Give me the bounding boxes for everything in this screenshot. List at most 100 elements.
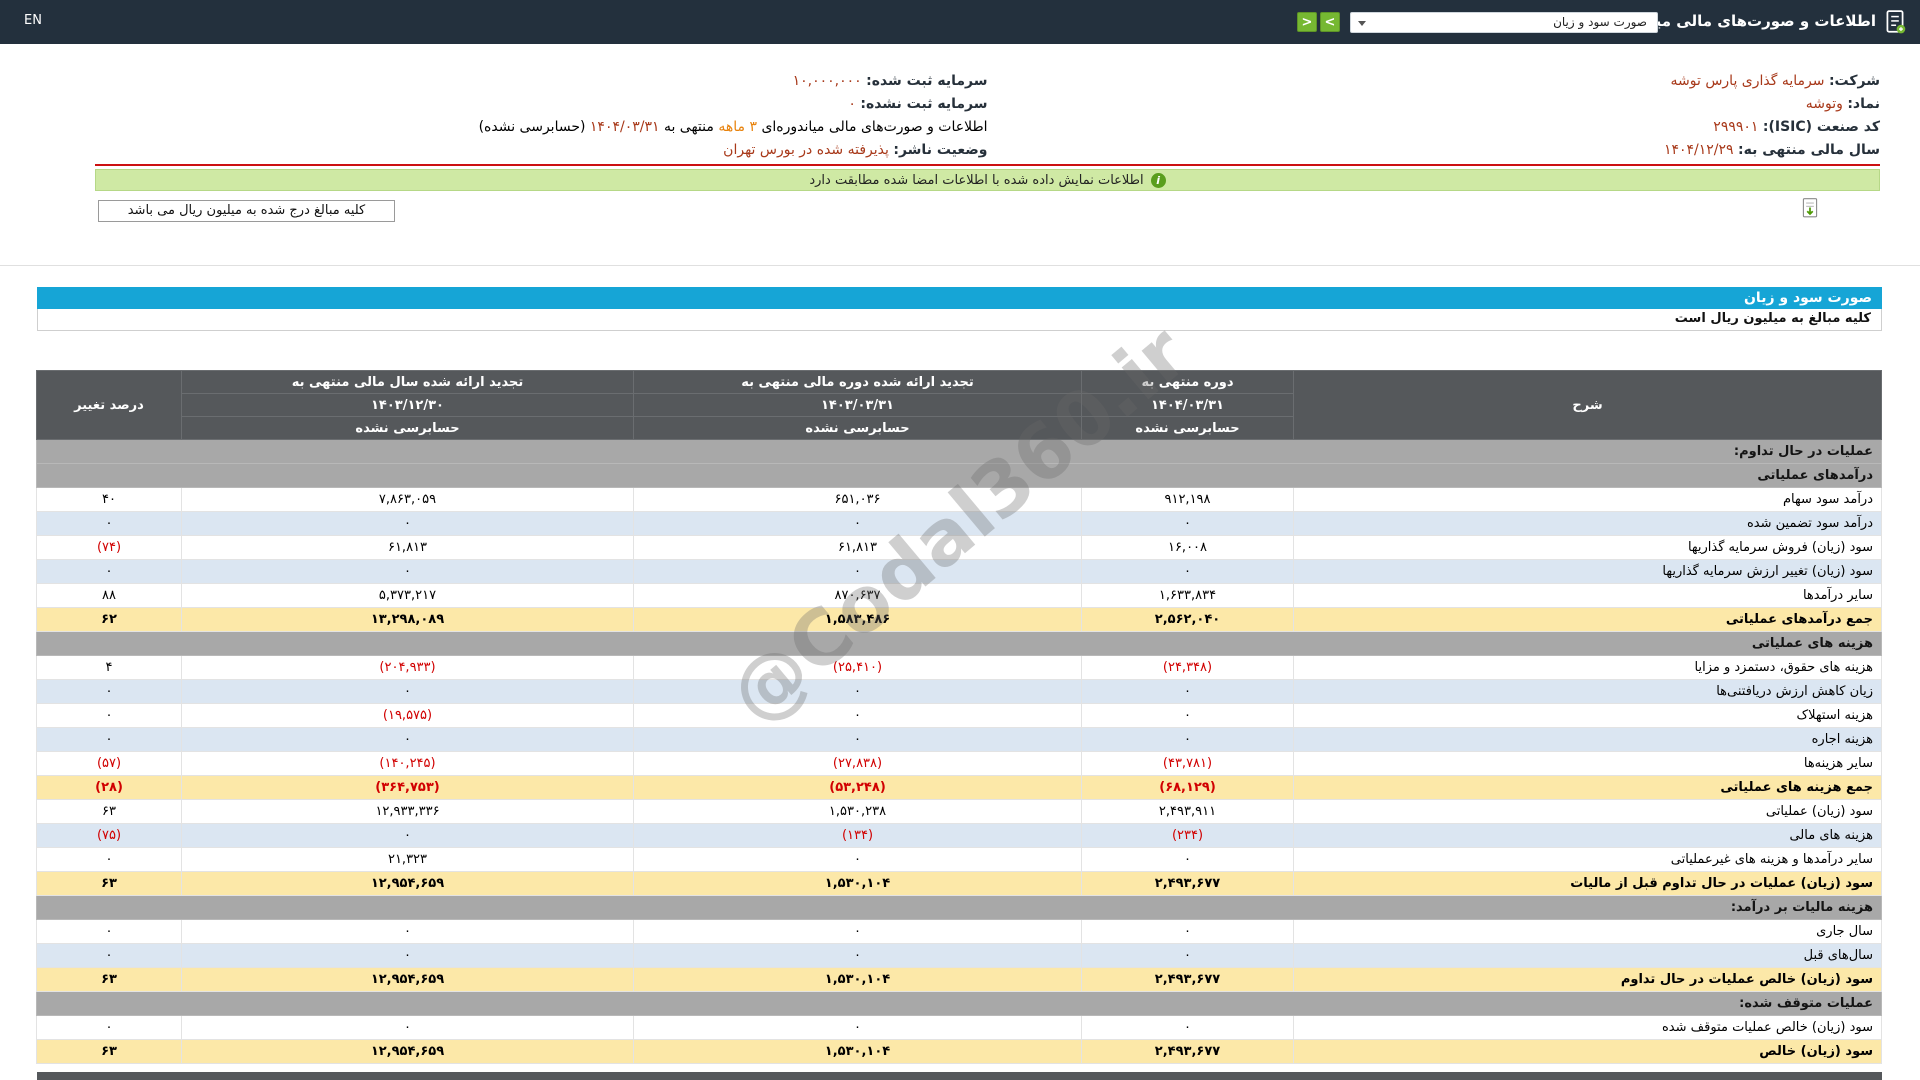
isic-label: کد صنعت (ISIC): <box>1762 119 1880 135</box>
value-change-percent: ۸۸ <box>36 583 182 608</box>
isic-value: ۲۹۹۹۰۱ <box>1713 119 1759 135</box>
statement-row: هزینه های مالی (۲۳۴) (۱۳۴) ۰ (۷۵) <box>36 823 1882 848</box>
company-name-value: سرمایه گذاری پارس توشه <box>1670 73 1825 89</box>
value-restated-prior-period: ۶۵۱,۰۳۶ <box>633 487 1082 512</box>
value-restated-prior-year: ۵,۳۷۳,۲۱۷ <box>181 583 634 608</box>
value-current-period: ۲,۵۶۲,۰۴۰ <box>1081 607 1294 632</box>
row-label: هزینه های مالی <box>1293 823 1882 848</box>
row-label: سال جاری <box>1293 919 1882 944</box>
value-restated-prior-year: ۰ <box>181 1015 634 1040</box>
row-label: هزینه های حقوق، دستمزد و مزایا <box>1293 655 1882 680</box>
value-restated-prior-year: ۷,۸۶۳,۰۵۹ <box>181 487 634 512</box>
value-restated-prior-period: (۲۷,۸۳۸) <box>633 751 1082 776</box>
header-restated-year-title: تجدید ارائه شده سال مالی منتهی به <box>181 370 634 394</box>
header-current-audit: حسابرسی نشده <box>1081 416 1294 440</box>
row-label: سود (زیان) عملیات در حال تداوم قبل از ما… <box>1293 871 1882 896</box>
language-link[interactable]: EN <box>24 13 42 28</box>
value-change-percent: (۲۸) <box>36 775 182 800</box>
statement-title-bar: صورت سود و زیان <box>37 287 1882 309</box>
section-header-row: هزینه های عملیاتی <box>36 631 1882 656</box>
header-restated-period-date: ۱۴۰۳/۰۳/۳۱ <box>633 393 1082 417</box>
row-label: سود (زیان) خالص عملیات متوقف شده <box>1293 1015 1882 1040</box>
row-label: جمع هزینه های عملیاتی <box>1293 775 1882 800</box>
value-current-period: ۰ <box>1081 1015 1294 1040</box>
statement-row: سال‌های قبل ۰ ۰ ۰ ۰ <box>36 943 1882 968</box>
value-current-period: ۱,۶۳۳,۸۳۴ <box>1081 583 1294 608</box>
value-restated-prior-period: ۱,۵۳۰,۱۰۴ <box>633 967 1082 992</box>
value-current-period: ۰ <box>1081 511 1294 536</box>
value-change-percent: ۰ <box>36 511 182 536</box>
value-restated-prior-period: ۱,۵۳۰,۲۳۸ <box>633 799 1082 824</box>
value-restated-prior-period: ۰ <box>633 559 1082 584</box>
value-restated-prior-period: ۶۱,۸۱۳ <box>633 535 1082 560</box>
statement-table-head: شرح دوره منتهی به تجدید ارائه شده دوره م… <box>36 370 1882 440</box>
statement-row: هزینه اجاره ۰ ۰ ۰ ۰ <box>36 727 1882 752</box>
prev-statement-button[interactable]: < <box>1297 12 1317 32</box>
header-restated-period-title: تجدید ارائه شده دوره مالی منتهی به <box>633 370 1082 394</box>
report-period-middle: منتهی به <box>663 119 714 135</box>
value-restated-prior-year: ۰ <box>181 511 634 536</box>
company-info: شرکت: سرمایه گذاری پارس توشه نماد: وتوشه… <box>95 70 1880 162</box>
registered-capital-label: سرمایه ثبت شده: <box>866 73 988 89</box>
next-section-partial-bar <box>37 1072 1882 1080</box>
value-change-percent: (۷۵) <box>36 823 182 848</box>
fiscal-year-label: سال مالی منتهی به: <box>1738 142 1880 158</box>
value-current-period: ۰ <box>1081 679 1294 704</box>
value-restated-prior-year: (۳۶۴,۷۵۳) <box>181 775 634 800</box>
section-header-row: هزینه مالیات بر درآمد: <box>36 895 1882 920</box>
value-restated-prior-period: ۱,۵۸۳,۴۸۶ <box>633 607 1082 632</box>
statement-row: جمع درآمدهای عملیاتی ۲,۵۶۲,۰۴۰ ۱,۵۸۳,۴۸۶ ۱۳… <box>36 607 1882 632</box>
income-statement-section: صورت سود و زیان کلیه مبالغ به میلیون ریا… <box>36 287 1882 1064</box>
report-period-audit-note: (حسابرسی نشده) <box>478 119 586 135</box>
value-current-period: ۲,۴۹۳,۶۷۷ <box>1081 871 1294 896</box>
company-info-left-column: سرمایه ثبت شده: ۱۰,۰۰۰,۰۰۰ سرمایه ثبت نش… <box>95 70 988 162</box>
registered-capital-value: ۱۰,۰۰۰,۰۰۰ <box>792 73 862 89</box>
section-label: عملیات متوقف شده: <box>36 991 1882 1016</box>
statement-row: هزینه های حقوق، دستمزد و مزایا (۲۴,۳۴۸) (۲… <box>36 655 1882 680</box>
value-current-period: ۰ <box>1081 919 1294 944</box>
row-label: سایر درآمدها <box>1293 583 1882 608</box>
value-change-percent: ۰ <box>36 559 182 584</box>
header-current-title: دوره منتهی به <box>1081 370 1294 394</box>
symbol-row: نماد: وتوشه <box>988 93 1880 116</box>
listing-status-value: پذیرفته شده در بورس تهران <box>723 142 889 158</box>
value-change-percent: ۴۰ <box>36 487 182 512</box>
statement-row: سود (زیان) تغییر ارزش سرمایه گذاریها ۰ ۰ ۰ ۰ <box>36 559 1882 584</box>
report-period-length: ۳ ماهه <box>718 119 757 135</box>
units-note-button[interactable]: کلیه مبالغ درج شده به میلیون ریال می باش… <box>98 200 395 222</box>
value-current-period: (۶۸,۱۲۹) <box>1081 775 1294 800</box>
value-current-period: ۰ <box>1081 847 1294 872</box>
section-label: درآمدهای عملیاتی <box>36 463 1882 488</box>
value-current-period: ۲,۴۹۳,۶۷۷ <box>1081 1039 1294 1064</box>
statement-type-select[interactable]: صورت سود و زیان <box>1350 12 1658 33</box>
statement-row: جمع هزینه های عملیاتی (۶۸,۱۲۹) (۵۳,۲۴۸) (۳۶… <box>36 775 1882 800</box>
value-change-percent: ۶۳ <box>36 871 182 896</box>
value-restated-prior-year: ۱۲,۹۵۴,۶۵۹ <box>181 967 634 992</box>
header-restated-year-date: ۱۴۰۳/۱۲/۳۰ <box>181 393 634 417</box>
value-change-percent: ۰ <box>36 679 182 704</box>
fiscal-year-row: سال مالی منتهی به: ۱۴۰۴/۱۲/۲۹ <box>988 139 1880 162</box>
header-change-percent: درصد تغییر <box>36 370 182 440</box>
fiscal-year-value: ۱۴۰۴/۱۲/۲۹ <box>1663 142 1734 158</box>
value-restated-prior-year: ۶۱,۸۱۳ <box>181 535 634 560</box>
row-label: هزینه استهلاک <box>1293 703 1882 728</box>
value-restated-prior-year: (۱۴۰,۲۴۵) <box>181 751 634 776</box>
row-label: سود (زیان) خالص <box>1293 1039 1882 1064</box>
section-label: عملیات در حال تداوم: <box>36 439 1882 464</box>
row-label: جمع درآمدهای عملیاتی <box>1293 607 1882 632</box>
value-change-percent: ۶۳ <box>36 1039 182 1064</box>
header-row-titles: شرح دوره منتهی به تجدید ارائه شده دوره م… <box>36 370 1882 440</box>
row-label: سال‌های قبل <box>1293 943 1882 968</box>
registered-capital-row: سرمایه ثبت شده: ۱۰,۰۰۰,۰۰۰ <box>95 70 988 93</box>
header-current-date: ۱۴۰۴/۰۳/۳۱ <box>1081 393 1294 417</box>
export-icon[interactable] <box>1799 197 1821 219</box>
value-restated-prior-year: (۲۰۴,۹۳۳) <box>181 655 634 680</box>
value-change-percent: (۷۴) <box>36 535 182 560</box>
value-change-percent: ۰ <box>36 727 182 752</box>
listing-status-label: وضعیت ناشر: <box>893 142 988 158</box>
report-period-row: اطلاعات و صورت‌های مالی میاندوره‌ای ۳ ما… <box>95 116 988 139</box>
isic-row: کد صنعت (ISIC): ۲۹۹۹۰۱ <box>988 116 1880 139</box>
row-label: هزینه اجاره <box>1293 727 1882 752</box>
value-current-period: ۰ <box>1081 727 1294 752</box>
next-statement-button[interactable]: > <box>1320 12 1340 32</box>
